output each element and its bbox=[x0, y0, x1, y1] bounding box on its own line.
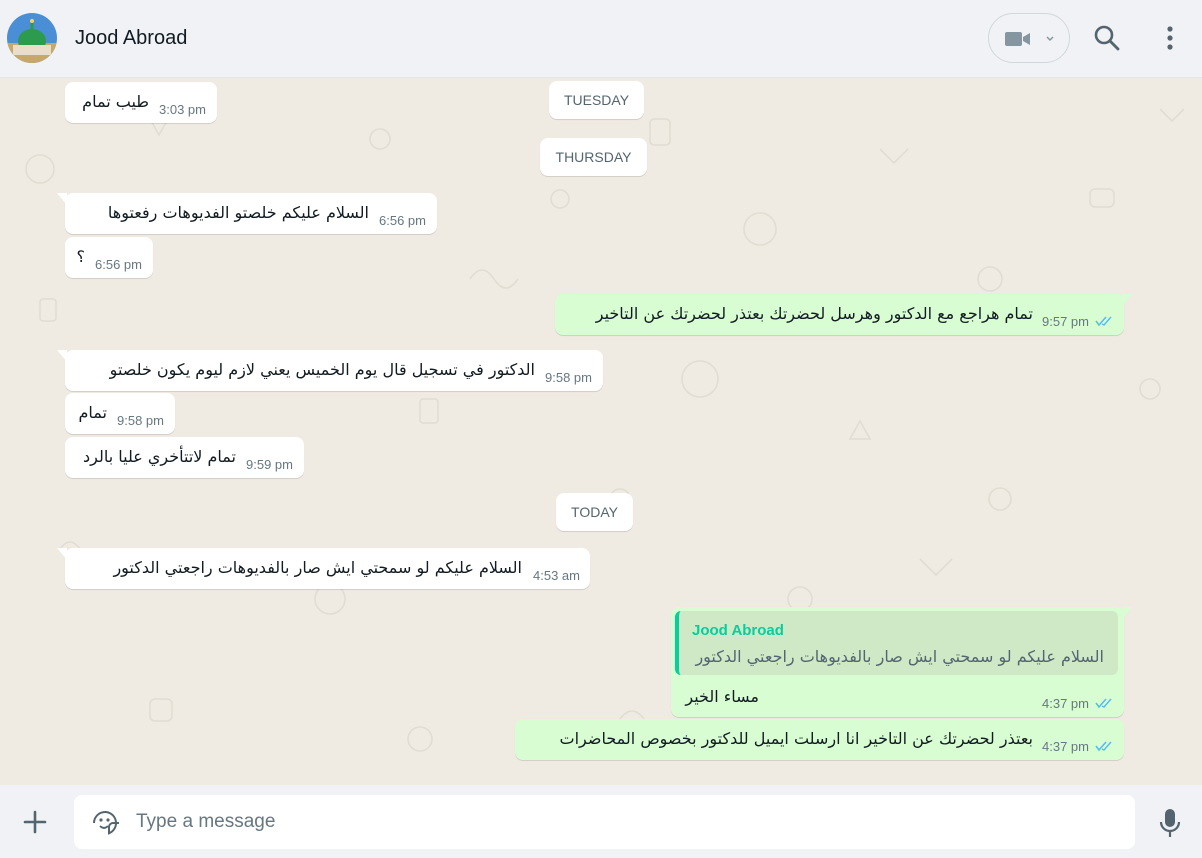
contact-avatar[interactable] bbox=[7, 13, 57, 63]
date-separator: THURSDAY bbox=[540, 138, 647, 176]
attach-icon[interactable] bbox=[20, 807, 50, 837]
message-text: تمام هراجع مع الدكتور وهرسل لحضرتك بعتذر… bbox=[595, 304, 1033, 323]
message-text: طيب تمام bbox=[82, 92, 149, 111]
contact-name[interactable]: Jood Abroad bbox=[75, 27, 187, 50]
bubble-tail bbox=[1122, 294, 1132, 306]
message-time: 4:53 am bbox=[533, 568, 580, 583]
double-check-icon bbox=[1095, 741, 1112, 752]
message-time: 9:57 pm bbox=[1042, 314, 1089, 329]
message-text: تمام لاتتأخري عليا بالرد bbox=[83, 447, 236, 466]
message-out-reply[interactable]: Jood Abroad السلام عليكم لو سمحتي ايش صا… bbox=[671, 607, 1132, 717]
search-icon[interactable] bbox=[1093, 24, 1121, 52]
message-in[interactable]: تمام 9:58 pm bbox=[65, 393, 175, 434]
message-in[interactable]: السلام عليكم خلصتو الفديوهات رفعتوها 6:5… bbox=[57, 193, 437, 234]
message-time: 3:03 pm bbox=[159, 102, 206, 117]
message-time: 9:58 pm bbox=[545, 370, 592, 385]
message-time: 6:56 pm bbox=[95, 257, 142, 272]
date-separator: TODAY bbox=[556, 493, 633, 531]
message-time: 6:56 pm bbox=[379, 213, 426, 228]
quoted-text: السلام عليكم لو سمحتي ايش صار بالفديوهات… bbox=[695, 647, 1104, 666]
chat-header: Jood Abroad bbox=[0, 0, 1202, 78]
quoted-message[interactable]: Jood Abroad السلام عليكم لو سمحتي ايش صا… bbox=[675, 611, 1118, 675]
message-text: السلام عليكم لو سمحتي ايش صار بالفديوهات… bbox=[113, 558, 522, 577]
bubble-tail bbox=[57, 548, 67, 560]
message-input-box[interactable] bbox=[74, 795, 1135, 849]
message-in[interactable]: تمام لاتتأخري عليا بالرد 9:59 pm bbox=[65, 437, 304, 478]
message-text: الدكتور في تسجيل قال يوم الخميس يعني لاز… bbox=[109, 360, 535, 379]
message-text: بعتذر لحضرتك عن التاخير انا ارسلت ايميل … bbox=[559, 729, 1033, 748]
double-check-icon bbox=[1095, 316, 1112, 327]
message-text: مساء الخير bbox=[685, 687, 759, 706]
bubble-tail bbox=[57, 350, 67, 362]
message-in[interactable]: ؟ 6:56 pm bbox=[65, 237, 153, 278]
video-call-button[interactable] bbox=[988, 13, 1070, 63]
bubble-tail bbox=[1122, 607, 1132, 619]
message-time: 4:37 pm bbox=[1042, 696, 1089, 711]
message-text: تمام bbox=[78, 403, 107, 422]
message-in[interactable]: طيب تمام 3:03 pm bbox=[65, 82, 217, 123]
date-separator: TUESDAY bbox=[549, 81, 644, 119]
message-input[interactable] bbox=[136, 795, 1116, 849]
message-time: 9:58 pm bbox=[117, 413, 164, 428]
message-time: 9:59 pm bbox=[246, 457, 293, 472]
mic-icon[interactable] bbox=[1156, 807, 1184, 839]
message-time: 4:37 pm bbox=[1042, 739, 1089, 754]
message-in[interactable]: السلام عليكم لو سمحتي ايش صار بالفديوهات… bbox=[57, 548, 590, 589]
quoted-author: Jood Abroad bbox=[692, 622, 784, 639]
composer-bar bbox=[0, 785, 1202, 858]
message-out[interactable]: تمام هراجع مع الدكتور وهرسل لحضرتك بعتذر… bbox=[555, 294, 1132, 335]
double-check-icon bbox=[1095, 698, 1112, 709]
chevron-down-icon bbox=[1046, 36, 1054, 42]
sticker-icon[interactable] bbox=[90, 808, 120, 838]
menu-icon[interactable] bbox=[1158, 24, 1182, 52]
message-out[interactable]: بعتذر لحضرتك عن التاخير انا ارسلت ايميل … bbox=[515, 719, 1124, 760]
message-text: ؟ bbox=[76, 247, 86, 266]
conversation-panel[interactable]: TUESDAY THURSDAY TODAY طيب تمام 3:03 pm … bbox=[0, 79, 1202, 785]
message-text: السلام عليكم خلصتو الفديوهات رفعتوها bbox=[107, 203, 369, 222]
message-in[interactable]: الدكتور في تسجيل قال يوم الخميس يعني لاز… bbox=[57, 350, 603, 391]
bubble-tail bbox=[57, 193, 67, 205]
video-call-icon bbox=[1005, 32, 1030, 46]
